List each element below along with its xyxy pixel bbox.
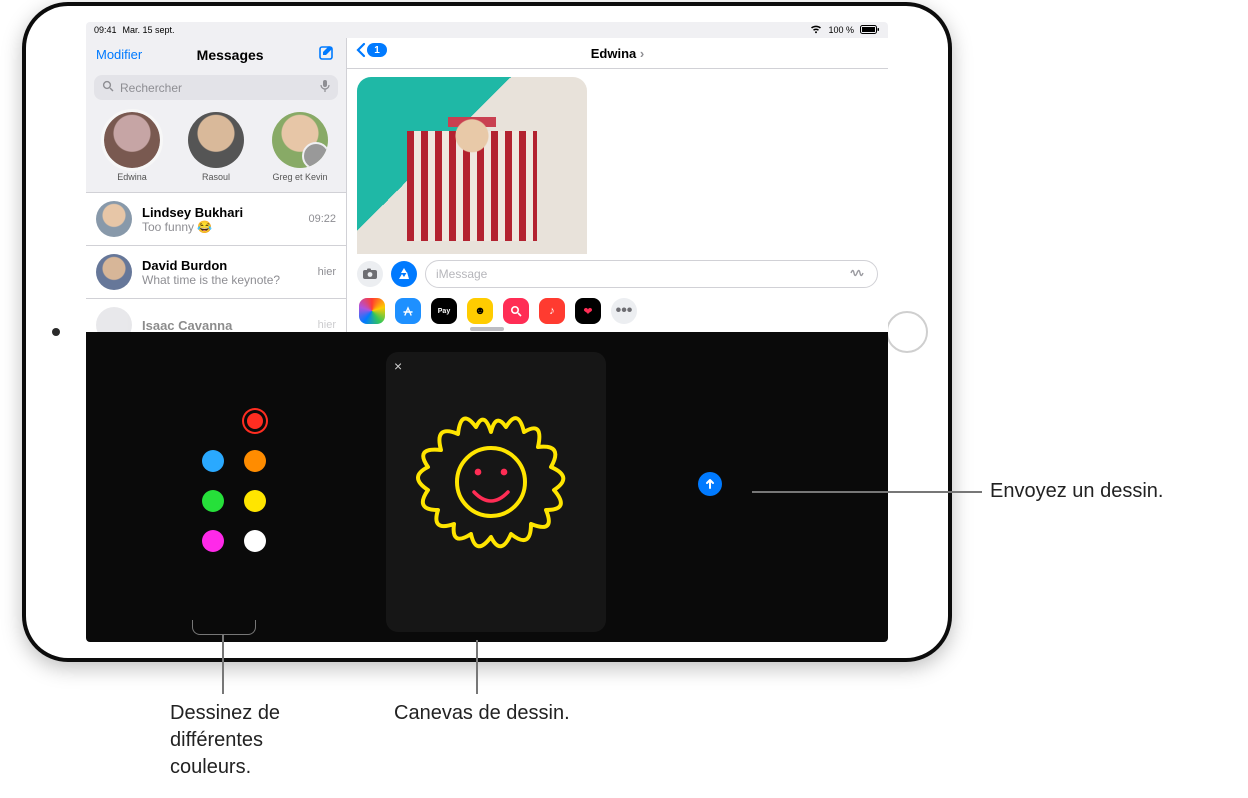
color-swatch-orange[interactable] [244, 450, 266, 472]
pin-label: Edwina [117, 172, 147, 182]
digitaltouch-app-icon[interactable]: ❤ [575, 298, 601, 324]
chip-label: Pay [438, 308, 450, 315]
images-app-icon[interactable] [503, 298, 529, 324]
close-icon[interactable]: × [394, 358, 402, 374]
conversation-header: 1 Edwina › [347, 38, 888, 69]
drawing-canvas[interactable]: × [386, 352, 606, 632]
conversation-list: Lindsey Bukhari Too funny 😂 09:22 David … [86, 192, 346, 332]
leader-brace [192, 620, 256, 635]
digital-touch-panel: × [86, 332, 888, 642]
timestamp: hier [318, 319, 336, 331]
dictate-icon[interactable] [320, 79, 330, 96]
unread-badge: 1 [367, 43, 387, 57]
conversation-title[interactable]: Edwina › [591, 46, 644, 61]
color-swatch-white[interactable] [244, 530, 266, 552]
color-swatches [202, 410, 272, 562]
contact-name: Lindsey Bukhari [142, 205, 298, 220]
leader-line [222, 634, 224, 694]
compose-button[interactable] [318, 44, 336, 65]
timestamp: 09:22 [308, 213, 336, 225]
edit-button[interactable]: Modifier [96, 47, 142, 62]
messages-sidebar: Modifier Messages Rechercher [86, 38, 347, 332]
color-swatch-blue[interactable] [202, 450, 224, 472]
compose-row: iMessage [347, 254, 888, 294]
search-field[interactable]: Rechercher [94, 75, 338, 100]
send-drawing-button[interactable] [698, 472, 722, 496]
ipad-bezel: 09:41 Mar. 15 sept. 100 % [26, 6, 948, 658]
home-button[interactable] [886, 311, 928, 353]
color-swatch-red[interactable] [244, 410, 266, 432]
leader-line [752, 491, 982, 493]
sun-drawing [406, 392, 576, 562]
voice-record-icon[interactable] [849, 264, 867, 285]
avatar [96, 201, 132, 237]
leader-line [476, 640, 478, 694]
ipad-frame: 09:41 Mar. 15 sept. 100 % [22, 2, 952, 662]
conversation-row[interactable]: Lindsey Bukhari Too funny 😂 09:22 [86, 193, 346, 246]
search-placeholder: Rechercher [120, 81, 182, 95]
pin-label: Rasoul [202, 172, 230, 182]
avatar [96, 307, 132, 332]
message-input[interactable]: iMessage [425, 260, 878, 288]
music-app-icon[interactable]: ♪ [539, 298, 565, 324]
received-photo-message[interactable] [357, 77, 587, 254]
pinned-row: Edwina Rasoul Greg et Kevin [86, 104, 346, 192]
more-apps-button[interactable]: ••• [611, 298, 637, 324]
avatar [302, 142, 328, 168]
photos-app-icon[interactable] [359, 298, 385, 324]
appstore-app-icon[interactable] [395, 298, 421, 324]
message-preview: Too funny 😂 [142, 220, 298, 234]
screen: 09:41 Mar. 15 sept. 100 % [86, 22, 888, 642]
pinned-contact[interactable]: Edwina [94, 112, 170, 182]
pinned-contact[interactable]: Greg et Kevin [262, 112, 338, 182]
status-bar: 09:41 Mar. 15 sept. 100 % [86, 22, 888, 38]
contact-name: David Burdon [142, 258, 308, 273]
conversation-row[interactable]: David Burdon What time is the keynote? h… [86, 246, 346, 299]
panel-grabber[interactable] [470, 327, 504, 331]
messages-scroll[interactable] [347, 69, 888, 254]
contact-name: Isaac Cavanna [142, 318, 308, 333]
avatar [272, 112, 328, 168]
status-time: 09:41 [94, 25, 117, 35]
message-placeholder: iMessage [436, 267, 487, 281]
avatar [188, 112, 244, 168]
pin-label: Greg et Kevin [272, 172, 327, 182]
callout-colors: Dessinez de différentes couleurs. [170, 700, 330, 781]
callout-canvas: Canevas de dessin. [394, 700, 570, 727]
memoji-app-icon[interactable]: ☻ [467, 298, 493, 324]
color-swatch-magenta[interactable] [202, 530, 224, 552]
search-icon [102, 80, 114, 95]
conversation-pane: 1 Edwina › [347, 38, 888, 332]
color-swatch-green[interactable] [202, 490, 224, 512]
more-label: ••• [616, 302, 633, 320]
wifi-icon [810, 25, 822, 36]
apps-button[interactable] [391, 261, 417, 287]
avatar [104, 112, 160, 168]
sidebar-title: Messages [197, 47, 264, 63]
app-drawer: Pay ☻ ♪ ❤ ••• [347, 294, 888, 332]
battery-label: 100 % [828, 25, 854, 35]
conversation-row[interactable]: Isaac Cavanna hier [86, 299, 346, 332]
battery-icon [860, 25, 880, 36]
status-date: Mar. 15 sept. [123, 25, 175, 35]
color-swatch-yellow[interactable] [244, 490, 266, 512]
avatar [96, 254, 132, 290]
applepay-app-icon[interactable]: Pay [431, 298, 457, 324]
timestamp: hier [318, 266, 336, 278]
callout-send: Envoyez un dessin. [990, 478, 1163, 505]
message-preview: What time is the keynote? [142, 273, 308, 287]
back-button[interactable]: 1 [355, 42, 387, 58]
pinned-contact[interactable]: Rasoul [178, 112, 254, 182]
camera-button[interactable] [357, 261, 383, 287]
front-camera [52, 328, 60, 336]
